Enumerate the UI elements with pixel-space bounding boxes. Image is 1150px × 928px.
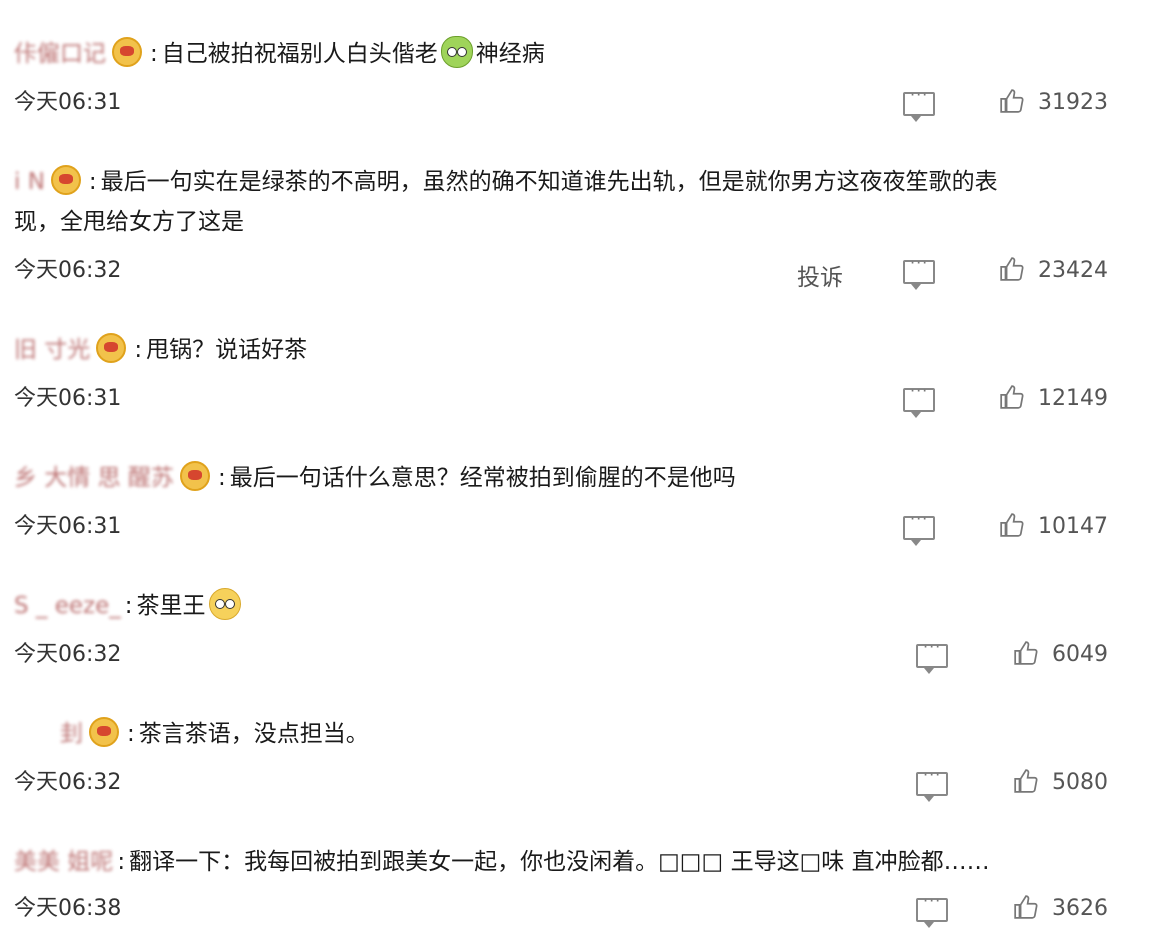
comment-icon[interactable] [916, 637, 948, 674]
comment-text-line-2: 现，全甩给女方了这是 [14, 209, 244, 235]
comment-username[interactable]: 美美 姐呢 [14, 849, 113, 875]
comment-icon[interactable] [903, 253, 935, 290]
thumbs-up-icon[interactable] [1013, 768, 1039, 794]
comment-text: 自己被拍祝福别人白头偕老 [161, 41, 438, 67]
like-count: 3626 [1052, 896, 1108, 921]
comment-body: 乡 大情 思 醒苏: 最后一句话什么意思？经常被拍到偷腥的不是他吗 [14, 458, 1136, 498]
comment-time: 今天06:31 [14, 514, 122, 539]
comment-text: 甩锅？说话好茶 [146, 337, 308, 363]
comment-icon[interactable] [916, 891, 948, 928]
thumbs-up-icon[interactable] [999, 88, 1025, 114]
comment-body: 佧僱口记: 自己被拍祝福别人白头偕老 神经病 [14, 34, 1136, 74]
comment-time: 今天06:32 [14, 770, 122, 795]
member-badge-icon [89, 717, 119, 747]
comment-time: 今天06:32 [14, 258, 122, 283]
comment-text: 翻译一下：我每回被拍到跟美女一起，你也没闲着。□□□ 王导这□味 直冲脸都…… [129, 849, 990, 875]
comment-body: i N: 最后一句实在是绿茶的不高明，虽然的确不知道谁先出轨，但是就你男方这夜夜笙… [14, 162, 1136, 202]
comment-time: 今天06:31 [14, 386, 122, 411]
comment-icon[interactable] [903, 381, 935, 418]
comment-icon[interactable] [916, 765, 948, 802]
member-badge-icon [96, 333, 127, 363]
comment-text: 茶言茶语，没点担当。 [138, 721, 369, 747]
thumbs-up-icon[interactable] [1013, 640, 1039, 666]
like-count: 5080 [1052, 770, 1108, 795]
comment-body: 美美 姐呢: 翻译一下：我每回被拍到跟美女一起，你也没闲着。□□□ 王导这□味 直… [14, 849, 990, 875]
thumbs-up-icon[interactable] [999, 256, 1025, 282]
comment-username[interactable]: 刲 [60, 721, 83, 747]
member-badge-icon [179, 461, 210, 491]
like-count: 10147 [1038, 514, 1108, 539]
thumbs-up-icon[interactable] [999, 384, 1025, 410]
comment-time: 今天06:31 [14, 90, 122, 115]
thumbs-up-icon[interactable] [1013, 894, 1039, 920]
like-count: 12149 [1038, 386, 1108, 411]
like-count: 6049 [1052, 642, 1108, 667]
comment-username[interactable]: 旧 寸光 [14, 337, 90, 363]
comment-time: 今天06:38 [14, 896, 122, 921]
comment-body: 刲: 茶言茶语，没点担当。 [60, 714, 1136, 754]
comment-username[interactable]: i N [14, 169, 45, 195]
comment-username[interactable]: 乡 大情 思 醒苏 [14, 465, 174, 491]
member-badge-icon [50, 165, 81, 195]
comment-time: 今天06:32 [14, 642, 122, 667]
member-badge-icon [112, 37, 142, 67]
comment-body: S _ eeze_: 茶里王 [14, 586, 1136, 626]
comment-icon[interactable] [903, 509, 935, 546]
like-count: 31923 [1038, 90, 1108, 115]
report-button[interactable]: 投诉 [797, 258, 843, 292]
comment-username[interactable]: S _ eeze_ [14, 593, 121, 619]
comment-text-tail: 神经病 [475, 41, 545, 67]
comment-text: 最后一句话什么意思？经常被拍到偷腥的不是他吗 [229, 465, 736, 491]
comment-icon[interactable] [903, 85, 935, 122]
comment-text: 最后一句实在是绿茶的不高明，虽然的确不知道谁先出轨，但是就你男方这夜夜笙歌的表 [100, 169, 998, 195]
dog-emoji-icon [440, 36, 473, 68]
comment-username[interactable]: 佧僱口记 [14, 41, 106, 67]
comment-text: 茶里王 [136, 593, 206, 619]
thumbs-up-icon[interactable] [999, 512, 1025, 538]
nerd-face-emoji-icon [208, 588, 241, 620]
like-count: 23424 [1038, 258, 1108, 283]
comment-body: 旧 寸光: 甩锅？说话好茶 [14, 330, 1136, 370]
